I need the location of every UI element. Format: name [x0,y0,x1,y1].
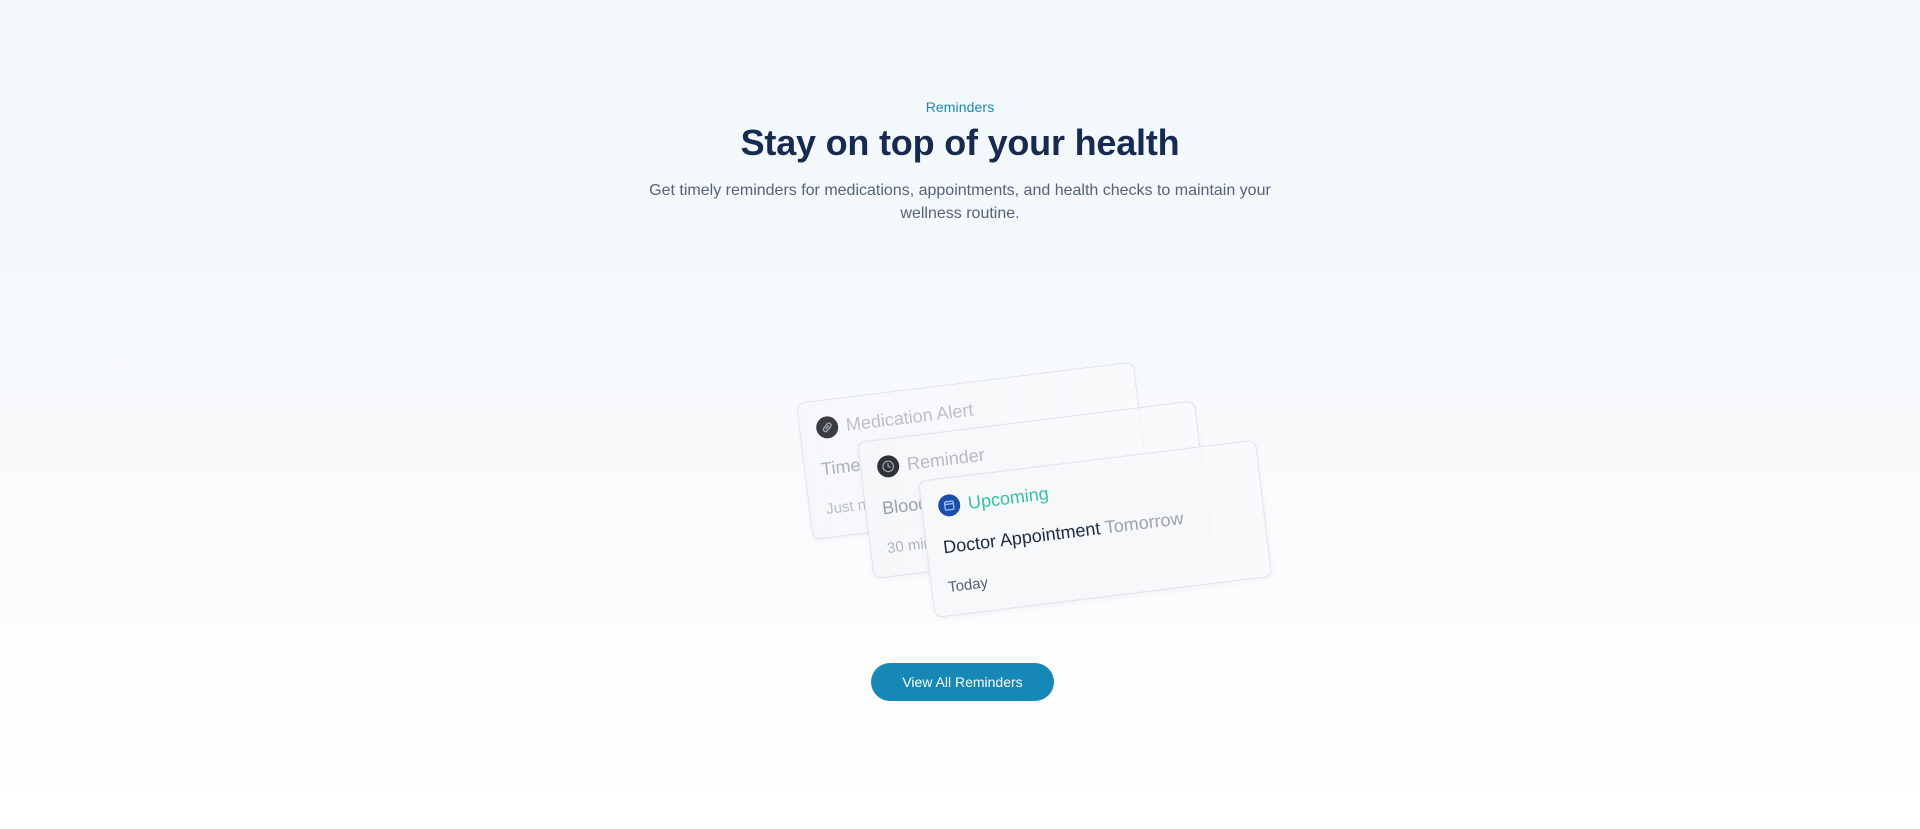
card-body: Time [820,454,862,480]
reminder-card-stack: Medication Alert Time Just n Reminder Bl… [0,0,1920,829]
pill-icon [814,415,840,440]
view-all-reminders-button[interactable]: View All Reminders [871,663,1054,701]
card-time: Just n [825,496,867,519]
card-body: Doctor Appointment Tomorrow [942,508,1185,558]
card-header: Upcoming [936,482,1050,518]
card-time: 30 mir [886,535,930,558]
calendar-icon [936,493,962,518]
card-label: Upcoming [966,482,1050,513]
card-label: Reminder [905,444,986,474]
card-header: Reminder [875,444,986,479]
clock-icon [875,454,901,479]
card-body-fade: Tomorrow [1103,508,1185,538]
card-body-main: Doctor Appointment [942,517,1107,558]
card-time: Today [947,574,989,597]
